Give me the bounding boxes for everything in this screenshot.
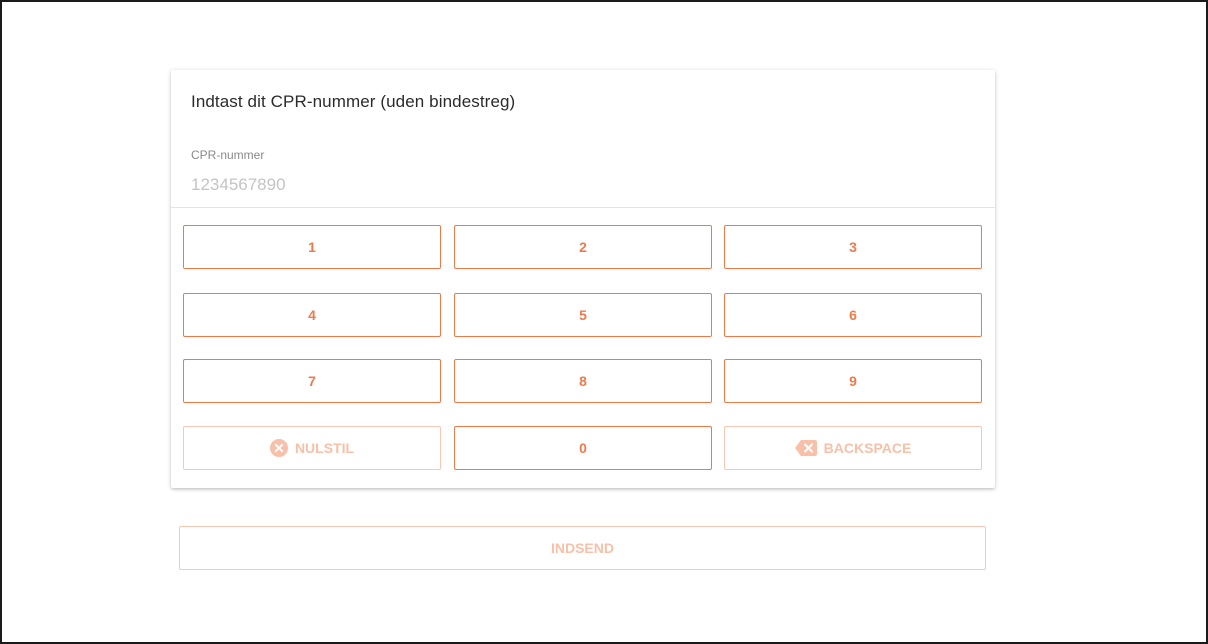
close-circle-icon xyxy=(269,439,288,457)
key-8[interactable]: 8 xyxy=(454,359,712,403)
key-7[interactable]: 7 xyxy=(183,359,441,403)
backspace-icon xyxy=(794,440,817,456)
cpr-field-label: CPR-nummer xyxy=(191,148,265,162)
reset-button[interactable]: NULSTIL xyxy=(183,426,441,470)
key-2[interactable]: 2 xyxy=(454,225,712,269)
key-5[interactable]: 5 xyxy=(454,293,712,337)
key-3[interactable]: 3 xyxy=(724,225,982,269)
cpr-input[interactable] xyxy=(189,170,793,200)
reset-label: NULSTIL xyxy=(294,440,355,456)
backspace-label: BACKSPACE xyxy=(823,440,912,456)
divider xyxy=(171,207,995,208)
key-6[interactable]: 6 xyxy=(724,293,982,337)
key-0[interactable]: 0 xyxy=(454,426,712,470)
key-1[interactable]: 1 xyxy=(183,225,441,269)
key-4[interactable]: 4 xyxy=(183,293,441,337)
backspace-button[interactable]: BACKSPACE xyxy=(724,426,982,470)
submit-button[interactable]: INDSEND xyxy=(179,526,986,570)
card-title: Indtast dit CPR-nummer (uden bindestreg) xyxy=(191,92,516,111)
key-9[interactable]: 9 xyxy=(724,359,982,403)
